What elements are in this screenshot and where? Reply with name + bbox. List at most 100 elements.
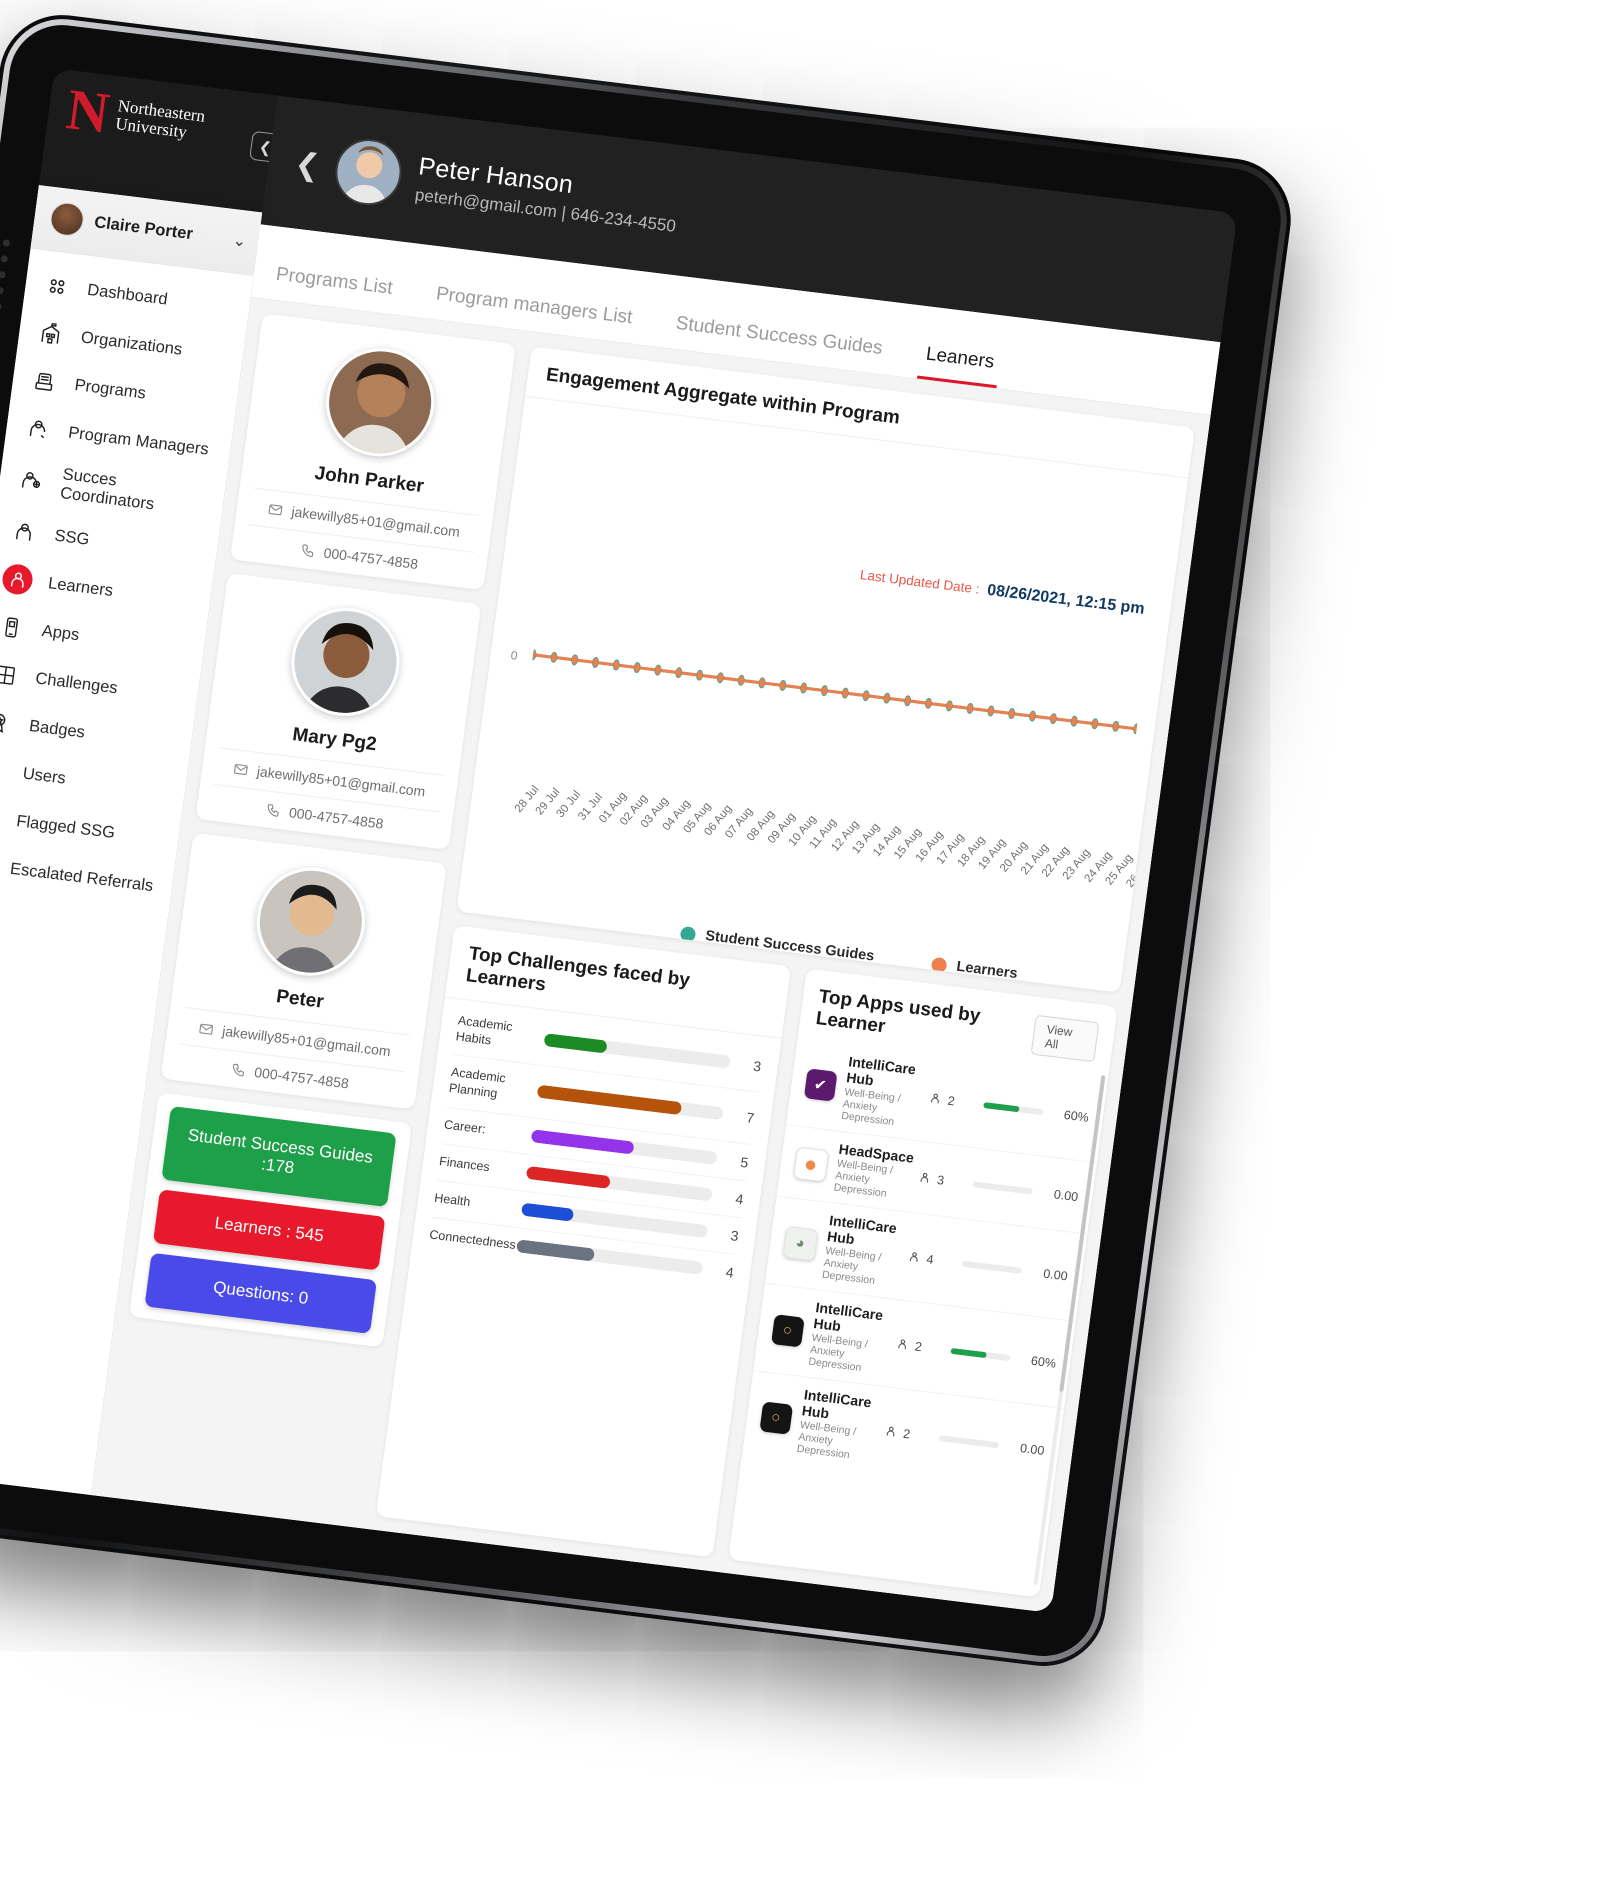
app-usage-bar (961, 1260, 1023, 1274)
challenge-fill (530, 1129, 635, 1155)
challenge-fill (543, 1033, 609, 1054)
chevron-down-icon[interactable]: ⌄ (232, 230, 248, 251)
app-icon: ✔ (803, 1067, 838, 1102)
program-managers-icon (21, 412, 55, 445)
sidebar-item-label: Succes Coordinators (59, 465, 156, 514)
challenge-value: 3 (752, 1057, 763, 1075)
app-usage-bar (983, 1101, 1044, 1115)
organizations-icon (33, 317, 67, 350)
users-icon (0, 753, 9, 786)
logo-letter: N (62, 76, 114, 146)
y-axis-zero-label: 0 (509, 648, 519, 663)
sidebar-item-label: Challenges (34, 668, 119, 697)
app-usage-pct: 0.00 (1019, 1440, 1046, 1458)
tablet-screen: N Northeastern University ❮ ❮ Peter Hans… (0, 68, 1238, 1613)
app-users: 2 (929, 1091, 975, 1110)
app-category: Well-Being / Anxiety Depression (807, 1331, 869, 1375)
top-apps-list: ✔ IntelliCare Hub Well-Being / Anxiety D… (741, 1037, 1109, 1495)
app-icon: ○ (758, 1400, 793, 1435)
app-usage-fill (961, 1260, 963, 1267)
dashboard-board: John Parker jakewilly85+01@gmail.com 000… (91, 297, 1211, 1613)
last-updated-value: 08/26/2021, 12:15 pm (986, 581, 1146, 618)
avatar (48, 200, 86, 238)
challenge-label: Academic Planning (448, 1065, 507, 1101)
challenge-fill (536, 1084, 683, 1116)
stat-student-success-guides[interactable]: Student Success Guides :178 (161, 1106, 397, 1208)
top-challenges-list: Academic Habits 3 Academic Planning 7 Ca… (410, 998, 781, 1298)
sidebar-user-name: Claire Porter (93, 213, 194, 244)
challenge-track (536, 1084, 724, 1121)
app-usage-fill (983, 1101, 1020, 1112)
header-identity: Peter Hanson peterh@gmail.com | 646-234-… (414, 152, 682, 237)
content-area: Programs List Program managers List Stud… (91, 224, 1221, 1613)
screenshot-stage: N Northeastern University ❮ ❮ Peter Hans… (0, 0, 1601, 1900)
app-meta: HeadSpace Well-Being / Anxiety Depressio… (833, 1141, 915, 1202)
analytics-column: Engagement Aggregate within Program Last… (375, 346, 1195, 1598)
engagement-chart-card: Engagement Aggregate within Program Last… (456, 346, 1195, 993)
view-all-button[interactable]: View All (1030, 1014, 1100, 1063)
bottom-panels: Top Challenges faced by Learners Academi… (375, 925, 1118, 1598)
avatar (249, 861, 372, 982)
app-usage-fill (950, 1347, 987, 1358)
apps-icon (0, 610, 28, 643)
app-icon: ◕ (782, 1225, 819, 1261)
app-user-count: 2 (946, 1093, 956, 1108)
app-usage-fill (972, 1180, 974, 1187)
stats-card: Student Success Guides :178 Learners : 5… (129, 1092, 413, 1348)
sidebar-item-label: Dashboard (86, 280, 169, 309)
sidebar-item-label: Users (21, 764, 67, 788)
avatar (284, 601, 406, 723)
legend-swatch-ssg (679, 925, 697, 943)
speaker-grille-top (0, 239, 11, 358)
sidebar-item-label: Learners (47, 573, 115, 600)
tablet-device: N Northeastern University ❮ ❮ Peter Hans… (0, 8, 1299, 1674)
challenge-fill (515, 1239, 596, 1262)
user-count-icon (886, 1426, 895, 1437)
mail-icon (199, 1023, 213, 1035)
learner-phone: 000-4757-4858 (322, 544, 420, 573)
app-usage-pct: 60% (1062, 1107, 1090, 1125)
app-user-count: 2 (914, 1339, 923, 1354)
sidebar-item-label: Escalated Referrals (9, 859, 155, 895)
mail-icon (233, 763, 248, 775)
last-updated-label: Last Updated Date : (859, 567, 981, 597)
badges-icon (0, 705, 15, 738)
challenge-label: Health (433, 1190, 472, 1209)
app-usage-bar (950, 1347, 1011, 1361)
app-meta: IntelliCare Hub Well-Being / Anxiety Dep… (808, 1299, 892, 1377)
learner-card[interactable]: Peter jakewilly85+01@gmail.com 000-4757-… (160, 832, 447, 1110)
mail-icon (268, 503, 283, 515)
sidebar-item-label: SSG (53, 526, 91, 549)
app-usage-pct: 0.00 (1053, 1186, 1080, 1204)
challenge-value: 3 (729, 1226, 740, 1244)
challenge-label: Academic Habits (455, 1013, 514, 1048)
user-count-icon (909, 1252, 918, 1262)
user-count-icon (898, 1339, 906, 1350)
challenge-fill (520, 1202, 575, 1222)
flagged-ssg-icon (0, 801, 3, 834)
sidebar-item-label: Flagged SSG (15, 811, 117, 842)
challenge-label: Finances (438, 1153, 491, 1174)
learner-card[interactable]: John Parker jakewilly85+01@gmail.com 000… (230, 313, 516, 591)
challenge-value: 4 (734, 1190, 745, 1207)
learners-icon (0, 562, 35, 597)
top-apps-card: Top Apps used by Learner View All ✔ Inte… (727, 968, 1118, 1598)
app-usage-pct: 0.00 (1042, 1266, 1069, 1283)
header-avatar (331, 135, 406, 209)
app-meta: IntelliCare Hub Well-Being / Anxiety Dep… (796, 1386, 880, 1464)
brand-logo[interactable]: N Northeastern University (62, 76, 207, 149)
app-users: 2 (896, 1337, 942, 1356)
app-user-count: 2 (902, 1426, 912, 1441)
programs-icon (27, 364, 61, 397)
challenges-icon (0, 658, 22, 691)
ssg-icon (7, 515, 41, 548)
phone-icon (267, 803, 279, 817)
app-icon: ● (792, 1146, 829, 1182)
app-users: 3 (918, 1170, 964, 1189)
back-button[interactable]: ❮ (293, 146, 323, 184)
challenge-value: 7 (745, 1109, 756, 1126)
challenge-fill (525, 1165, 611, 1189)
learner-card[interactable]: Mary Pg2 jakewilly85+01@gmail.com 000-47… (195, 573, 482, 850)
device-body: N Northeastern University ❮ ❮ Peter Hans… (0, 19, 1288, 1662)
app-category: Well-Being / Anxiety Depression (833, 1157, 894, 1200)
